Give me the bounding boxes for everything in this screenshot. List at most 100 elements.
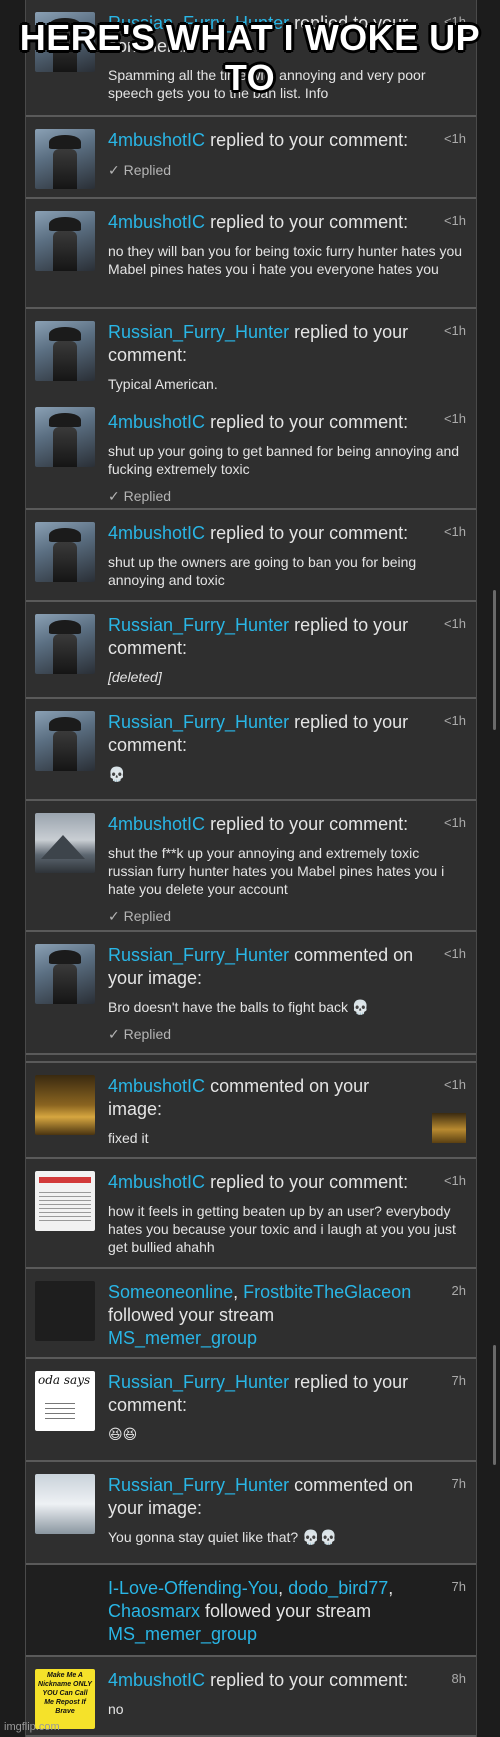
action-text: followed your stream [205,1601,372,1621]
comment-body: no they will ban you for being toxic fur… [108,243,463,277]
comment-body: [deleted] [108,669,162,685]
username-link[interactable]: Chaosmarx [108,1601,200,1621]
notification-item[interactable]: 4mbushotIC replied to your comment: <1h … [26,117,476,199]
comment-body: how it feels in getting beaten up by an … [108,1203,456,1255]
replied-status[interactable]: ✓ Replied [108,162,466,179]
user-avatar[interactable] [35,813,95,873]
stream-link[interactable]: MS_memer_group [108,1328,257,1348]
notification-item[interactable]: Make Me A Nickname ONLY YOU Can Call Me … [26,1657,476,1737]
timestamp: <1h [443,815,466,830]
username-link[interactable]: Russian_Furry_Hunter [108,945,289,965]
meme-caption: HERE'S WHAT I WOKE UP TO [19,17,481,98]
user-avatar[interactable] [35,522,95,582]
comment-body: Typical American. [108,376,218,392]
timestamp: <1h [443,1077,466,1092]
comment-body: 😆😆 [108,1426,138,1442]
comment-body: shut up the owners are going to ban you … [108,554,417,588]
username-link[interactable]: Russian_Furry_Hunter [108,322,289,342]
username-link[interactable]: 4mbushotIC [108,212,205,232]
notification-subitem[interactable]: 4mbushotIC replied to your comment: <1h … [35,393,466,505]
username-link[interactable]: Russian_Furry_Hunter [108,712,289,732]
scrollbar[interactable] [493,1345,496,1465]
username-link[interactable]: FrostbiteTheGlaceon [243,1282,411,1302]
username-link[interactable]: Someoneonline [108,1282,233,1302]
action-text: replied to your comment: [210,412,409,432]
action-text: replied to your comment: [210,130,409,150]
timestamp: <1h [443,1173,466,1188]
notification-item[interactable]: 4mbushotIC replied to your comment: <1h … [26,510,476,602]
avatar-text: Make Me A Nickname ONLY YOU Can Call Me … [38,1672,92,1715]
user-avatar[interactable] [35,321,95,381]
user-avatar[interactable] [35,1171,95,1231]
action-text: replied to your comment: [210,1172,409,1192]
action-text: replied to your comment: [210,212,409,232]
notification-item[interactable]: 4mbushotIC replied to your comment: <1h … [26,1159,476,1269]
scrollbar[interactable] [493,590,496,730]
notification-item[interactable]: 4mbushotIC replied to your comment: <1h … [26,801,476,932]
notification-item[interactable]: I-Love-Offending-You, dodo_bird77, Chaos… [26,1565,476,1657]
comment-body: Bro doesn't have the balls to fight back… [108,999,370,1015]
timestamp: <1h [443,946,466,961]
comment-body: shut up your going to get banned for bei… [108,443,460,477]
timestamp: <1h [443,616,466,631]
notification-feed: Russian_Furry_Hunter replied to your com… [25,0,477,1737]
image-thumbnail-icon[interactable] [432,1113,466,1143]
username-link[interactable]: 4mbushotIC [108,130,205,150]
timestamp: 7h [451,1373,466,1388]
notification-item[interactable]: 4mbushotIC replied to your comment: <1h … [26,199,476,309]
user-avatar[interactable]: Make Me A Nickname ONLY YOU Can Call Me … [35,1669,95,1729]
user-avatar[interactable] [35,1281,95,1341]
username-link[interactable]: 4mbushotIC [108,1172,205,1192]
user-avatar[interactable] [35,1474,95,1534]
section-divider [26,1055,476,1063]
timestamp: 7h [451,1579,466,1594]
action-text: replied to your comment: [210,1670,409,1690]
username-link[interactable]: Russian_Furry_Hunter [108,1372,289,1392]
action-text: replied to your comment: [210,814,409,834]
notification-item[interactable]: Someoneonline, FrostbiteTheGlaceon follo… [26,1269,476,1359]
notification-item[interactable]: 4mbushotIC commented on your image: <1h … [26,1063,476,1159]
comment-body: 💀 [108,766,126,782]
replied-status[interactable]: ✓ Replied [108,908,466,925]
user-avatar[interactable] [35,711,95,771]
timestamp: <1h [443,323,466,338]
username-link[interactable]: 4mbushotIC [108,412,205,432]
username-link[interactable]: dodo_bird77 [288,1578,388,1598]
timestamp: <1h [443,213,466,228]
timestamp: <1h [443,524,466,539]
username-link[interactable]: 4mbushotIC [108,523,205,543]
user-avatar[interactable] [35,614,95,674]
user-avatar[interactable] [35,407,95,467]
timestamp: <1h [443,131,466,146]
username-link[interactable]: 4mbushotIC [108,1670,205,1690]
username-link[interactable]: I-Love-Offending-You [108,1578,278,1598]
comment-body: You gonna stay quiet like that? 💀💀 [108,1529,337,1545]
notification-item[interactable]: Russian_Furry_Hunter replied to your com… [26,699,476,801]
username-link[interactable]: Russian_Furry_Hunter [108,1475,289,1495]
notification-item[interactable]: Russian_Furry_Hunter replied to your com… [26,602,476,699]
user-avatar[interactable] [35,944,95,1004]
username-link[interactable]: 4mbushotIC [108,814,205,834]
user-avatar[interactable] [35,129,95,189]
stream-link[interactable]: MS_memer_group [108,1624,257,1644]
timestamp: <1h [443,713,466,728]
replied-status[interactable]: ✓ Replied [108,1026,466,1043]
comment-body: no [108,1701,124,1717]
replied-status[interactable]: ✓ Replied [108,488,466,505]
user-avatar[interactable] [35,211,95,271]
avatar-text: oda says [38,1373,91,1387]
notification-item[interactable]: Russian_Furry_Hunter replied to your com… [26,309,476,510]
user-avatar[interactable] [35,1075,95,1135]
timestamp: <1h [443,411,466,426]
timestamp: 8h [451,1671,466,1686]
watermark: imgflip.com [4,1721,60,1733]
action-text: replied to your comment: [210,523,409,543]
timestamp: 2h [451,1283,466,1298]
notification-item[interactable]: Russian_Furry_Hunter commented on your i… [26,932,476,1055]
username-link[interactable]: Russian_Furry_Hunter [108,615,289,635]
comment-body: fixed it [108,1130,149,1146]
username-link[interactable]: 4mbushotIC [108,1076,205,1096]
user-avatar[interactable]: oda says [35,1371,95,1431]
notification-item[interactable]: oda says Russian_Furry_Hunter replied to… [26,1359,476,1462]
notification-item[interactable]: Russian_Furry_Hunter commented on your i… [26,1462,476,1565]
